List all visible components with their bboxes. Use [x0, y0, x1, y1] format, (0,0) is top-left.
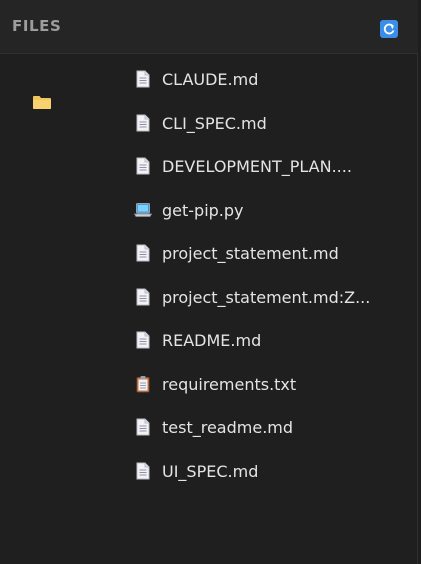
file-row-ui-spec-md[interactable]: UI_SPEC.md — [126, 451, 396, 491]
file-row-project-statement-zone[interactable]: project_statement.md:Z... — [126, 277, 396, 317]
file-name: requirements.txt — [162, 374, 297, 394]
file-name: get-pip.py — [162, 200, 244, 220]
file-name: DEVELOPMENT_PLAN.... — [162, 156, 352, 176]
panel-title: FILES — [12, 17, 62, 35]
clipboard-icon — [134, 374, 152, 394]
file-name: test_readme.md — [162, 417, 294, 437]
laptop-icon — [134, 200, 152, 220]
file-name: UI_SPEC.md — [162, 461, 259, 481]
folder-icon[interactable] — [32, 94, 52, 110]
document-icon — [134, 243, 152, 263]
file-row-readme-md[interactable]: README.md — [126, 320, 396, 360]
document-icon — [134, 417, 152, 437]
files-header: FILES — [0, 0, 418, 54]
document-icon — [134, 287, 152, 307]
file-name: project_statement.md — [162, 243, 339, 263]
refresh-icon — [383, 23, 395, 35]
document-icon — [134, 69, 152, 89]
file-row-requirements-txt[interactable]: requirements.txt — [126, 364, 396, 404]
document-icon — [134, 461, 152, 481]
file-name: CLAUDE.md — [162, 69, 259, 89]
file-name: README.md — [162, 330, 262, 350]
refresh-button[interactable] — [380, 20, 398, 38]
file-row-claude-md[interactable]: CLAUDE.md — [126, 59, 396, 99]
file-name: project_statement.md:Z... — [162, 287, 371, 307]
file-row-development-plan[interactable]: DEVELOPMENT_PLAN.... — [126, 146, 396, 186]
file-name: CLI_SPEC.md — [162, 113, 267, 133]
file-row-get-pip-py[interactable]: get-pip.py — [126, 190, 396, 230]
file-row-cli-spec-md[interactable]: CLI_SPEC.md — [126, 103, 396, 143]
document-icon — [134, 156, 152, 176]
file-row-test-readme-md[interactable]: test_readme.md — [126, 407, 396, 447]
files-panel: FILES CLAUDE.md CLI_SPEC.md DEVELOPMENT_… — [0, 0, 418, 564]
file-row-project-statement-md[interactable]: project_statement.md — [126, 233, 396, 273]
document-icon — [134, 330, 152, 350]
document-icon — [134, 113, 152, 133]
